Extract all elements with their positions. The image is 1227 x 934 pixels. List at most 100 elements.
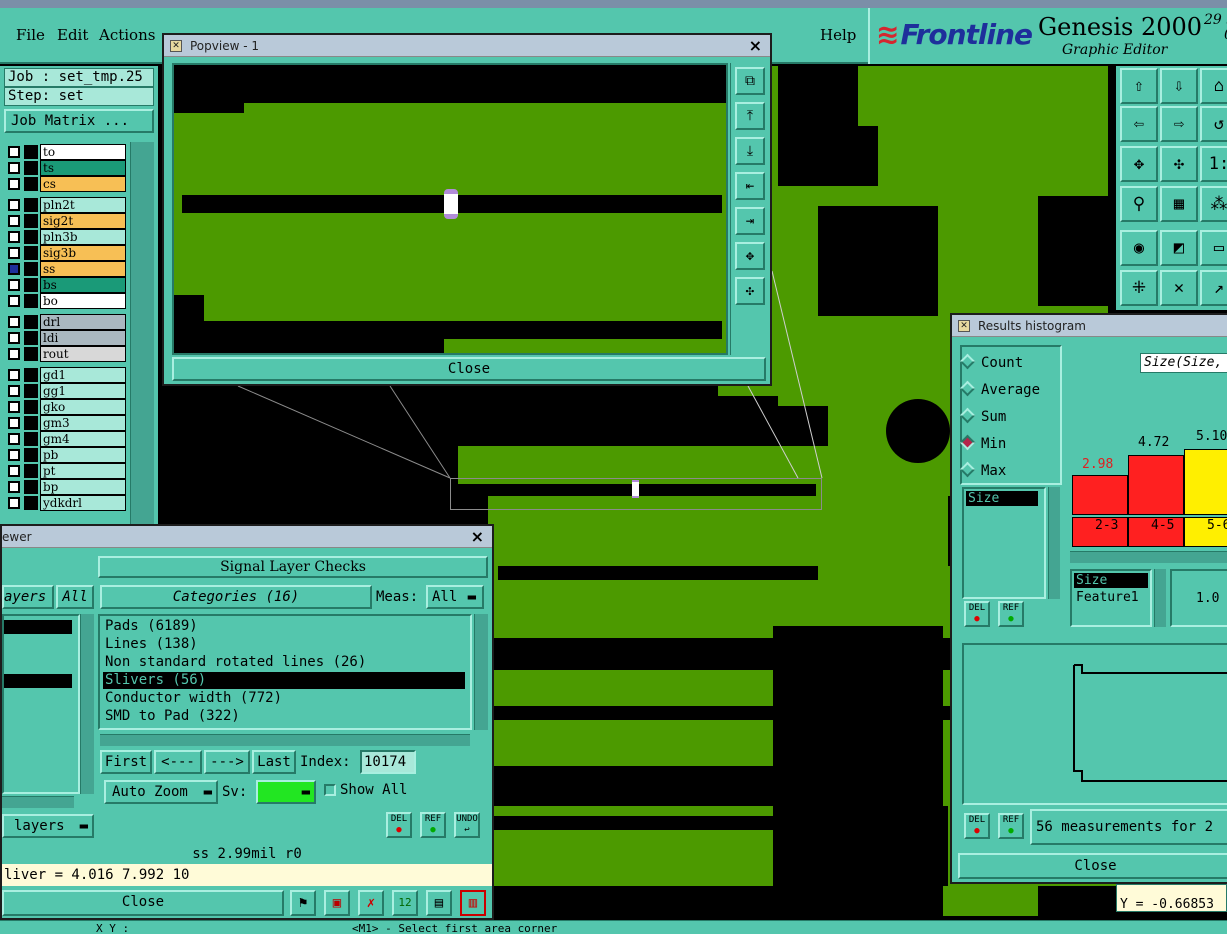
layer-affected-indicator[interactable] xyxy=(24,230,38,244)
layer-checkbox[interactable] xyxy=(8,279,20,291)
all-layers-button[interactable]: All xyxy=(56,585,94,609)
radio-min[interactable]: Min xyxy=(959,434,1006,452)
radio-average[interactable]: Average xyxy=(959,380,1040,398)
layer-affected-indicator[interactable] xyxy=(24,177,38,191)
last-button[interactable]: Last xyxy=(252,750,296,774)
feature-scrollbar[interactable] xyxy=(1154,569,1166,627)
layer-affected-indicator[interactable] xyxy=(24,400,38,414)
line-tool-icon[interactable]: ↗ xyxy=(1200,270,1227,306)
layers-dropdown[interactable]: layers ▬ xyxy=(2,814,94,838)
layer-affected-indicator[interactable] xyxy=(24,214,38,228)
radio-sum[interactable]: Sum xyxy=(959,407,1006,425)
snap-icon[interactable]: ⚲ xyxy=(1120,186,1158,222)
layer-checkbox[interactable] xyxy=(8,332,20,344)
meas-dropdown[interactable]: All ▬ xyxy=(426,585,484,609)
layer-row-ldi[interactable]: ldi xyxy=(4,330,126,346)
home-down-icon[interactable]: ⇩ xyxy=(1160,68,1198,104)
popview-close-button[interactable]: Close xyxy=(172,357,766,381)
layer-affected-indicator[interactable] xyxy=(24,347,38,361)
layer-name[interactable]: pln2t xyxy=(40,197,126,213)
layer-row-gg1[interactable]: gg1 xyxy=(4,383,126,399)
step-field[interactable]: Step: set xyxy=(4,87,154,106)
layer-checkbox[interactable] xyxy=(8,348,20,360)
layer-row-pt[interactable]: pt xyxy=(4,463,126,479)
layer-checkbox[interactable] xyxy=(8,316,20,328)
attribute-scrollbar[interactable] xyxy=(1048,487,1060,599)
layer-name[interactable]: bo xyxy=(40,293,126,309)
layer-affected-indicator[interactable] xyxy=(24,432,38,446)
zoom-fit-icon[interactable]: ⧉ xyxy=(735,67,765,95)
layer-row-gd1[interactable]: gd1 xyxy=(4,367,126,383)
layer-name[interactable]: gko xyxy=(40,399,126,415)
checks-close-icon[interactable]: × xyxy=(471,526,484,548)
checks-close-button[interactable]: Close xyxy=(2,890,284,916)
layer-affected-indicator[interactable] xyxy=(24,294,38,308)
popview-canvas[interactable] xyxy=(172,63,728,355)
ruler-icon[interactable]: ▭ xyxy=(1200,230,1227,266)
popview-titlebar[interactable]: ✕ Popview - 1 × xyxy=(164,35,770,57)
zoom-in-icon[interactable]: ✥ xyxy=(735,242,765,270)
layer-affected-indicator[interactable] xyxy=(24,464,38,478)
list-item[interactable]: Pads (6189) xyxy=(103,618,465,635)
layer-affected-indicator[interactable] xyxy=(24,480,38,494)
layer-checkbox[interactable] xyxy=(8,449,20,461)
layer-checkbox[interactable] xyxy=(8,263,20,275)
net-icon[interactable]: ⁂ xyxy=(1200,186,1227,222)
layer-checkbox[interactable] xyxy=(8,433,20,445)
layer-results-list[interactable] xyxy=(2,614,80,794)
layer-affected-indicator[interactable] xyxy=(24,262,38,276)
layer-name[interactable]: gm3 xyxy=(40,415,126,431)
layer-affected-indicator[interactable] xyxy=(24,416,38,430)
layer-affected-indicator[interactable] xyxy=(24,145,38,159)
layer-name[interactable]: gm4 xyxy=(40,431,126,447)
layer-name[interactable]: ss xyxy=(40,261,126,277)
layer-affected-indicator[interactable] xyxy=(24,198,38,212)
layer-checkbox[interactable] xyxy=(8,465,20,477)
notes-icon[interactable]: ▤ xyxy=(426,890,452,916)
zoom-out-icon[interactable]: ✣ xyxy=(735,277,765,305)
cross-icon[interactable]: ✕ xyxy=(1160,270,1198,306)
radio-max[interactable]: Max xyxy=(959,461,1006,479)
layer-affected-indicator[interactable] xyxy=(24,246,38,260)
reject-icon[interactable]: ✗ xyxy=(358,890,384,916)
layer-name[interactable]: sig3b xyxy=(40,245,126,261)
pan-left-tool-icon[interactable]: ⇦ xyxy=(1120,106,1158,142)
job-field[interactable]: Job : set_tmp.25 xyxy=(4,68,154,87)
menu-edit[interactable]: Edit xyxy=(57,26,88,44)
layer-row-bp[interactable]: bp xyxy=(4,479,126,495)
histogram-icon[interactable]: ▥ xyxy=(460,890,486,916)
layer-name[interactable]: gg1 xyxy=(40,383,126,399)
layer-affected-indicator[interactable] xyxy=(24,368,38,382)
layer-row-to[interactable]: to xyxy=(4,144,126,160)
select-area-icon[interactable]: ◩ xyxy=(1160,230,1198,266)
list-item[interactable]: Lines (138) xyxy=(103,636,465,653)
layer-checkbox[interactable] xyxy=(8,369,20,381)
zoom-1to1-icon[interactable]: 1: xyxy=(1200,146,1227,182)
histogram-close-button[interactable]: Close xyxy=(958,853,1227,879)
scale-slider[interactable]: 1.0 xyxy=(1170,569,1227,627)
layer-row-ts[interactable]: ts xyxy=(4,160,126,176)
prev-button[interactable]: <--- xyxy=(154,750,202,774)
layer-row-gm3[interactable]: gm3 xyxy=(4,415,126,431)
layer-name[interactable]: gd1 xyxy=(40,367,126,383)
menu-file[interactable]: File xyxy=(16,26,45,44)
preview-del-button[interactable]: DEL ● xyxy=(964,813,990,839)
show-all-checkbox[interactable] xyxy=(324,784,336,796)
first-button[interactable]: First xyxy=(100,750,152,774)
layer-checkbox[interactable] xyxy=(8,178,20,190)
layer-name[interactable]: bp xyxy=(40,479,126,495)
histogram-bar[interactable] xyxy=(1184,449,1227,515)
layer-name[interactable]: pt xyxy=(40,463,126,479)
layer-row-ss[interactable]: ss xyxy=(4,261,126,277)
layer-row-pb[interactable]: pb xyxy=(4,447,126,463)
layer-checkbox[interactable] xyxy=(8,231,20,243)
layer-results-scrollbar[interactable] xyxy=(80,614,94,794)
layer-row-ydkdrl[interactable]: ydkdrl xyxy=(4,495,126,511)
feature-list[interactable]: Size Feature1 xyxy=(1070,569,1152,627)
layer-row-bs[interactable]: bs xyxy=(4,277,126,293)
layer-row-rout[interactable]: rout xyxy=(4,346,126,362)
category-scrollbar[interactable] xyxy=(474,614,488,730)
home-up-icon[interactable]: ⇧ xyxy=(1120,68,1158,104)
connect-icon[interactable]: ⁜ xyxy=(1120,270,1158,306)
layer-name[interactable]: sig2t xyxy=(40,213,126,229)
